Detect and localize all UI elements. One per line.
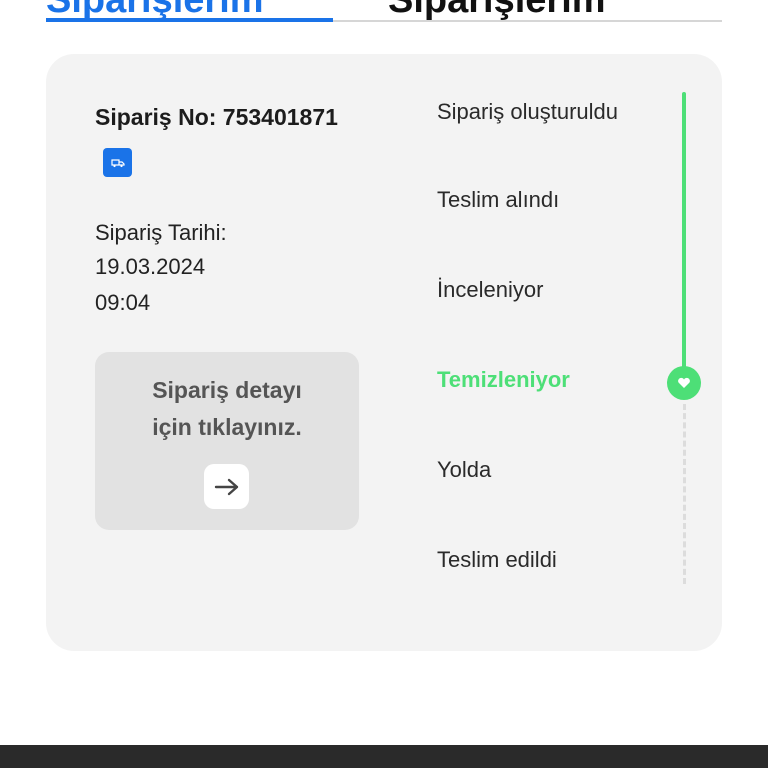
tab-divider: [333, 20, 722, 22]
status-delivered: Teslim edildi: [437, 547, 557, 572]
status-cleaning: Temizleniyor: [437, 367, 570, 392]
order-detail-text: Sipariş detayı için tıklayınız.: [152, 377, 302, 440]
status-reviewing: İnceleniyor: [437, 277, 544, 302]
truck-icon[interactable]: [103, 148, 132, 177]
tab-orders-second[interactable]: Siparişlerim: [388, 0, 606, 22]
order-card: Sipariş No: 753401871 Sipariş Tarihi: 19…: [46, 54, 722, 651]
active-tab-indicator: [46, 18, 333, 22]
order-time: 09:04: [95, 290, 151, 315]
status-picked-up: Teslim alındı: [437, 187, 560, 212]
status-order-created: Sipariş oluşturuldu: [437, 99, 618, 124]
status-on-the-way: Yolda: [437, 457, 492, 482]
timeline-progress-line: [682, 92, 686, 382]
current-status-marker-icon: [667, 366, 701, 400]
bottom-bar: [0, 745, 768, 768]
timeline-pending-line: [683, 404, 686, 584]
order-detail-button[interactable]: Sipariş detayı için tıklayınız.: [95, 352, 359, 530]
order-date-label: Sipariş Tarihi:: [95, 220, 227, 245]
arrow-right-icon[interactable]: [204, 464, 249, 509]
order-date: 19.03.2024: [95, 254, 206, 279]
order-number: Sipariş No: 753401871: [95, 104, 338, 130]
